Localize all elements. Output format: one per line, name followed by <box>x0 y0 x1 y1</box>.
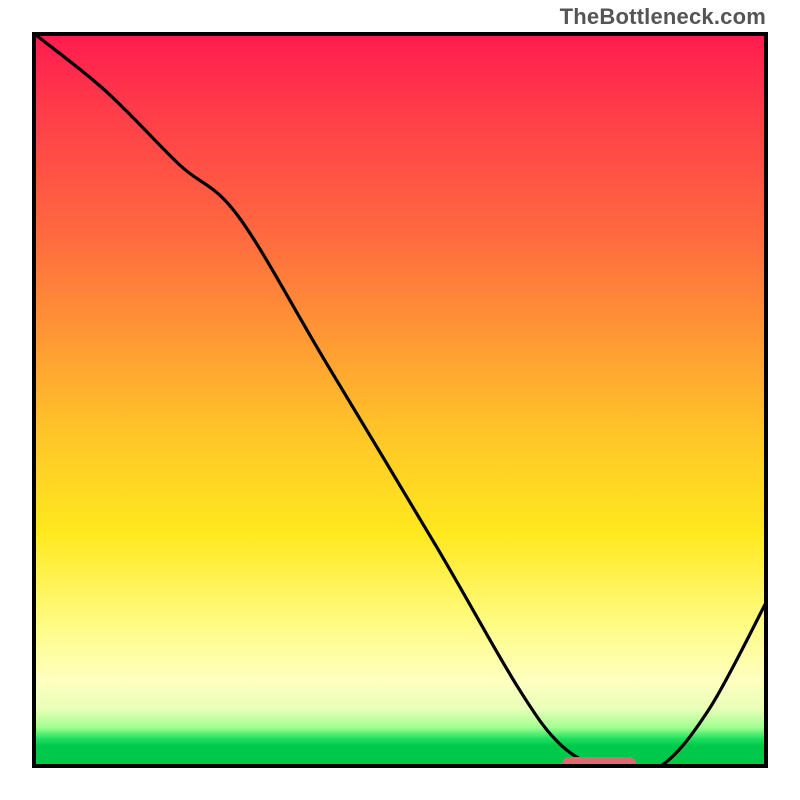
optimal-range-marker <box>562 757 636 768</box>
watermark-label: TheBottleneck.com <box>560 4 766 30</box>
plot-area <box>32 32 768 768</box>
bottleneck-curve <box>32 32 768 768</box>
chart-container: TheBottleneck.com <box>0 0 800 800</box>
